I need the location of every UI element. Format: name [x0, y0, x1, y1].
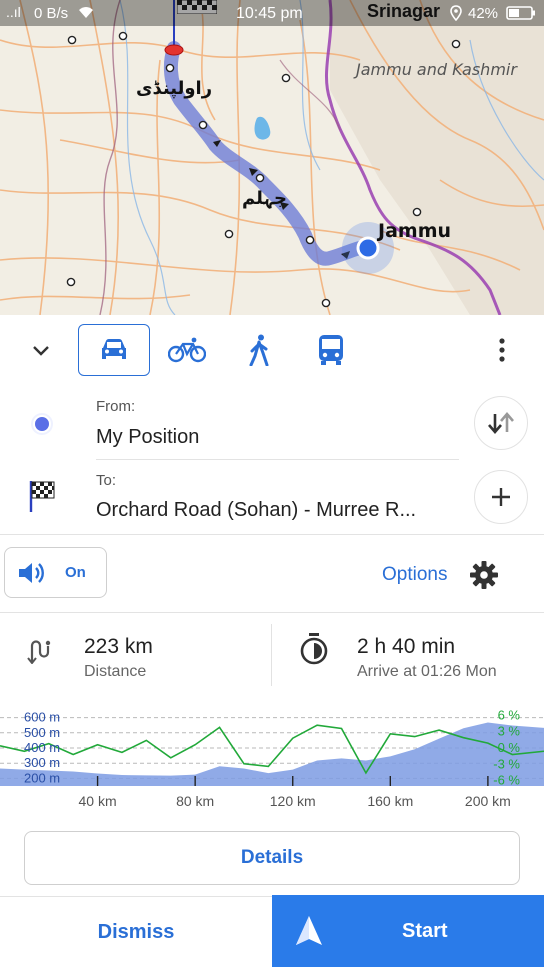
options-button[interactable]: Options: [382, 558, 522, 592]
from-value: My Position: [96, 426, 200, 448]
walk-icon: [249, 334, 269, 366]
battery-icon: [506, 6, 536, 24]
details-button[interactable]: Details: [24, 831, 520, 885]
map-canvas[interactable]: [0, 0, 544, 315]
net-speed: 0 B/s: [34, 5, 69, 22]
elevation-x-tick-label: 80 km: [176, 793, 214, 809]
plus-icon: [492, 488, 510, 506]
elevation-y-tick-label: 400 m: [24, 740, 60, 755]
details-label: Details: [240, 847, 304, 868]
swap-vertical-icon: [488, 412, 514, 434]
mode-bicycle-button[interactable]: [151, 324, 223, 376]
stopwatch-icon: [300, 633, 328, 665]
mode-walk-button[interactable]: [223, 324, 295, 376]
status-bar: ..ıl 0 B/s 10:45 pm Srinagar 42%: [0, 0, 544, 26]
slope-y-tick-label: -6 %: [493, 773, 520, 788]
more-menu-button[interactable]: [488, 334, 516, 366]
slope-y-tick-label: 0 %: [498, 740, 521, 755]
mode-bus-button[interactable]: [295, 324, 367, 376]
slope-y-tick-label: 3 %: [498, 724, 521, 739]
signal-icon: ..ıl: [6, 4, 21, 20]
start-label: Start: [402, 919, 448, 942]
dismiss-button[interactable]: Dismiss: [0, 897, 272, 967]
map-label-region: Jammu and Kashmir: [356, 60, 517, 79]
time-value: 2 h 40 min: [357, 635, 456, 658]
to-value: Orchard Road (Sohan) - Murree R...: [96, 499, 417, 521]
swap-button[interactable]: [474, 396, 528, 450]
elevation-x-tick-label: 160 km: [367, 793, 413, 809]
battery-level: 42%: [468, 5, 499, 22]
mode-car-button[interactable]: [78, 324, 150, 376]
gear-icon: [470, 561, 499, 589]
dismiss-label: Dismiss: [97, 920, 175, 943]
voice-label: On: [65, 564, 86, 581]
chevron-down-icon: [33, 346, 49, 356]
distance-label: Distance: [84, 663, 147, 680]
elevation-y-tick-label: 500 m: [24, 725, 60, 740]
voice-toggle-button[interactable]: On: [4, 547, 107, 598]
distance-value: 223 km: [84, 635, 153, 658]
more-vert-icon: [499, 338, 505, 362]
arrival-label: Arrive at 01:26 Mon: [357, 663, 497, 680]
elevation-y-tick-label: 600 m: [24, 710, 60, 725]
to-row[interactable]: To: Orchard Road (Sohan) - Murree R...: [0, 464, 460, 534]
elevation-chart[interactable]: 600 m500 m400 m300 m200 m 6 % 3 %0 %-3 % -6…: [0, 700, 544, 812]
car-icon: [102, 339, 126, 359]
clock: 10:45 pm: [236, 5, 303, 22]
options-label: Options: [382, 564, 448, 585]
navigation-arrow-icon: [296, 916, 322, 945]
elevation-x-tick-label: 120 km: [270, 793, 316, 809]
elevation-y-tick-label: 200 m: [24, 770, 60, 785]
elevation-x-tick-label: 40 km: [79, 793, 117, 809]
slope-y-tick-label: 6 %: [498, 707, 521, 722]
volume-icon: [19, 562, 44, 583]
my-position-icon: [31, 413, 53, 435]
map-view[interactable]: Jammu and Kashmir Jammu راولپنڈی جہلم: [0, 0, 544, 315]
map-label-jhelum: جہلم: [242, 188, 287, 209]
bus-icon: [319, 335, 343, 365]
collapse-button[interactable]: [24, 336, 58, 366]
wifi-icon: [78, 5, 94, 23]
to-label: To:: [96, 472, 117, 489]
add-waypoint-button[interactable]: [474, 470, 528, 524]
elevation-area: [0, 722, 544, 786]
destination-flag-icon: [29, 481, 55, 512]
elevation-y-tick-label: 300 m: [24, 755, 60, 770]
map-label-jammu: Jammu: [378, 220, 452, 242]
slope-y-tick-label: -3 %: [493, 756, 520, 771]
map-label-rawalpindi: راولپنڈی: [136, 78, 213, 99]
location-pin-icon: [450, 5, 462, 25]
from-row[interactable]: From: My Position: [0, 390, 460, 460]
location-label: Srinagar: [367, 1, 441, 21]
elevation-x-tick-label: 200 km: [465, 793, 511, 809]
start-button[interactable]: Start: [272, 895, 544, 967]
from-label: From:: [96, 398, 136, 415]
bicycle-icon: [168, 337, 206, 363]
route-distance-icon: [27, 640, 51, 664]
